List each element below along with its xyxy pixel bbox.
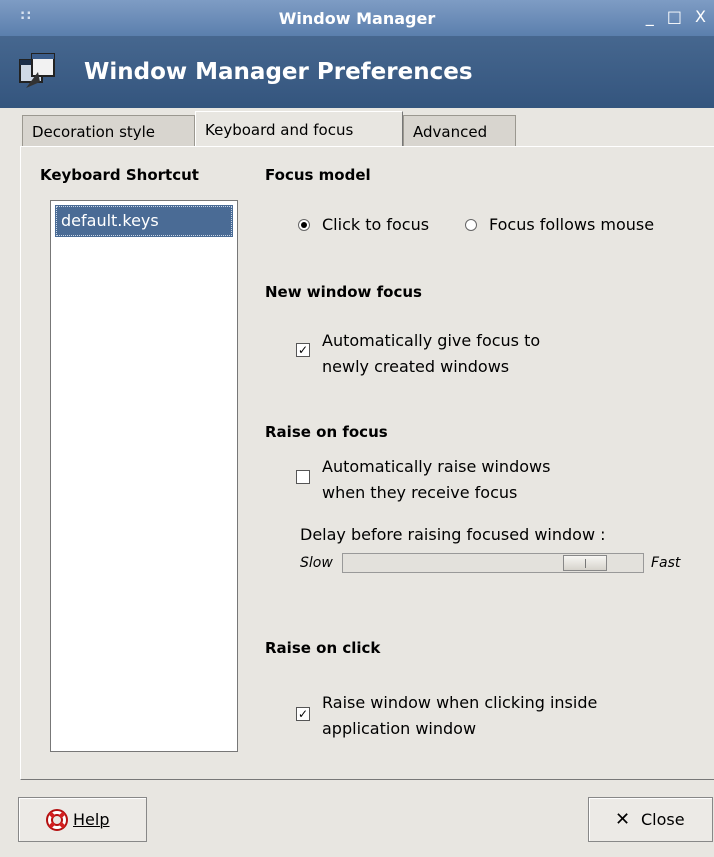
raise-on-focus-label-line2[interactable]: when they receive focus <box>322 483 517 502</box>
close-icon: ✕ <box>615 809 631 830</box>
header-title: Window Manager Preferences <box>84 59 473 85</box>
tab-advanced[interactable]: Advanced <box>403 115 516 147</box>
new-window-focus-label-line1[interactable]: Automatically give focus to <box>322 331 540 350</box>
window-controls[interactable]: _ □ X <box>646 7 710 26</box>
new-window-focus-label-line2[interactable]: newly created windows <box>322 357 509 376</box>
list-item[interactable]: default.keys <box>55 205 233 237</box>
raise-on-click-label-line1[interactable]: Raise window when clicking inside <box>322 693 597 712</box>
focus-model-heading: Focus model <box>265 166 371 184</box>
window-title: Window Manager <box>278 9 436 28</box>
slider-fast-label: Fast <box>651 555 681 571</box>
keyboard-shortcut-heading: Keyboard Shortcut <box>40 166 199 184</box>
close-button-label: Close <box>641 810 685 829</box>
raise-delay-slider[interactable] <box>342 553 644 573</box>
tab-decoration-style[interactable]: Decoration style <box>22 115 195 147</box>
raise-on-focus-heading: Raise on focus <box>265 423 388 441</box>
raise-on-click-heading: Raise on click <box>265 639 381 657</box>
raise-on-click-label-line2[interactable]: application window <box>322 719 476 738</box>
slider-knob[interactable] <box>563 555 607 571</box>
click-to-focus-label[interactable]: Click to focus <box>322 215 429 234</box>
raise-on-focus-label-line1[interactable]: Automatically raise windows <box>322 457 550 476</box>
close-button[interactable]: ✕ Close <box>588 797 713 842</box>
window-manager-icon <box>19 53 55 88</box>
raise-on-click-checkbox[interactable]: ✓ <box>296 707 310 721</box>
slider-slow-label: Slow <box>300 555 333 571</box>
help-button-label: Help <box>73 810 110 829</box>
keyboard-shortcut-list[interactable]: default.keys <box>50 200 238 752</box>
raise-delay-label: Delay before raising focused window : <box>300 525 606 544</box>
raise-on-focus-checkbox[interactable] <box>296 470 310 484</box>
focus-follows-mouse-label[interactable]: Focus follows mouse <box>489 215 654 234</box>
window-titlebar[interactable]: :: Window Manager _ □ X <box>0 0 714 36</box>
new-window-focus-checkbox[interactable]: ✓ <box>296 343 310 357</box>
new-window-focus-heading: New window focus <box>265 283 422 301</box>
help-button[interactable]: Help <box>18 797 147 842</box>
help-lifebuoy-icon <box>46 809 68 831</box>
focus-follows-mouse-radio[interactable] <box>465 219 477 231</box>
preferences-header: Window Manager Preferences <box>0 36 714 108</box>
click-to-focus-radio[interactable] <box>298 219 310 231</box>
tab-keyboard-and-focus[interactable]: Keyboard and focus <box>195 111 403 146</box>
